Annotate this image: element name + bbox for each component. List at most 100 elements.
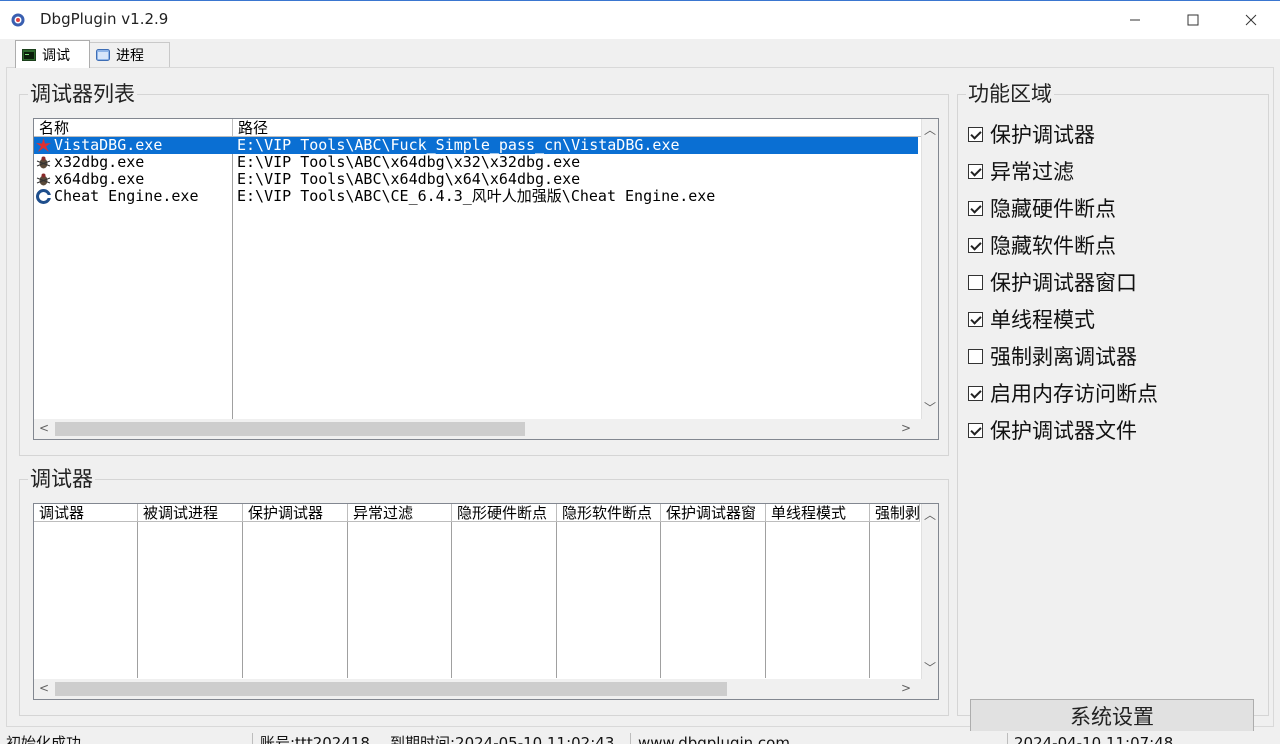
checkbox-checked-icon[interactable] bbox=[968, 200, 983, 216]
debugger-table-group: 调试器 调试器 被调试进程 保护调试器 异常过滤 隐形硬件断点 隐形软件断点 保… bbox=[19, 465, 949, 716]
status-datetime: 2024-04-10 11:07:48 bbox=[1014, 734, 1174, 744]
column-divider bbox=[869, 522, 870, 678]
scroll-thumb[interactable] bbox=[55, 422, 525, 436]
option-label: 保护调试器窗口 bbox=[990, 271, 1137, 295]
column-header[interactable]: 单线程模式 bbox=[766, 504, 870, 522]
scroll-up-icon[interactable]: ︿ bbox=[922, 506, 938, 523]
list-item[interactable]: VistaDBG.exe E:\VIP Tools\ABC\Fuck_Simpl… bbox=[34, 137, 918, 154]
scroll-left-icon[interactable]: < bbox=[36, 421, 52, 435]
column-header[interactable]: 强制剥 bbox=[870, 504, 920, 522]
status-divider bbox=[630, 733, 631, 744]
scroll-up-icon[interactable]: ︿ bbox=[922, 121, 938, 138]
function-area-group: 功能区域 保护调试器异常过滤隐藏硬件断点隐藏软件断点 保护调试器窗口 单线程模式强制… bbox=[957, 80, 1269, 732]
option-checkbox[interactable]: 隐藏硬件断点 bbox=[968, 193, 1116, 223]
scroll-thumb[interactable] bbox=[55, 682, 727, 696]
system-settings-button[interactable]: 系统设置 bbox=[970, 699, 1254, 732]
checkbox-checked-icon[interactable] bbox=[968, 126, 983, 142]
title-bar: DbgPlugin v1.2.9 bbox=[0, 1, 1280, 39]
option-checkbox[interactable]: 保护调试器文件 bbox=[968, 415, 1137, 445]
scroll-left-icon[interactable]: < bbox=[36, 681, 52, 695]
option-checkbox[interactable]: 保护调试器 bbox=[968, 119, 1095, 149]
option-label: 强制剥离调试器 bbox=[990, 345, 1137, 369]
option-label: 隐藏软件断点 bbox=[990, 234, 1116, 258]
status-divider bbox=[252, 733, 253, 744]
option-label: 异常过滤 bbox=[990, 160, 1074, 184]
checkbox-unchecked-icon[interactable] bbox=[968, 274, 983, 290]
option-label: 单线程模式 bbox=[990, 308, 1095, 332]
scroll-right-icon[interactable]: > bbox=[898, 421, 914, 435]
list-item[interactable]: x64dbg.exe E:\VIP Tools\ABC\x64dbg\x64\x… bbox=[34, 171, 918, 188]
checkbox-checked-icon[interactable] bbox=[968, 237, 983, 253]
scroll-down-icon[interactable]: ﹀ bbox=[922, 399, 938, 416]
column-header-path[interactable]: 路径 bbox=[233, 119, 923, 137]
horizontal-scrollbar[interactable]: < > bbox=[34, 419, 938, 439]
option-checkbox[interactable]: 强制剥离调试器 bbox=[968, 341, 1137, 371]
option-label: 保护调试器 bbox=[990, 123, 1095, 147]
horizontal-scrollbar[interactable]: < > bbox=[34, 679, 938, 699]
column-header[interactable]: 保护调试器 bbox=[243, 504, 348, 522]
debugger-table-legend: 调试器 bbox=[28, 465, 95, 493]
debugger-table-view[interactable]: 调试器 被调试进程 保护调试器 异常过滤 隐形硬件断点 隐形软件断点 保护调试器… bbox=[33, 503, 939, 700]
minimize-button[interactable] bbox=[1106, 1, 1164, 39]
column-divider bbox=[137, 522, 138, 678]
column-divider bbox=[765, 522, 766, 678]
status-divider bbox=[1007, 733, 1008, 744]
column-header-name[interactable]: 名称 bbox=[34, 119, 233, 137]
option-checkbox[interactable]: 异常过滤 bbox=[968, 156, 1074, 186]
window-title: DbgPlugin v1.2.9 bbox=[40, 10, 169, 28]
tab-debug-label: 调试 bbox=[42, 47, 70, 64]
list-item-name: x64dbg.exe bbox=[54, 171, 145, 188]
status-bar: 初始化成功 账号:ttt202418 到期时间:2024-05-10 11:02… bbox=[0, 731, 1280, 744]
maximize-button[interactable] bbox=[1164, 1, 1222, 39]
tab-panel-debug: 调试器列表 名称 路径 VistaDBG.exe E:\VIP Tools\AB… bbox=[6, 67, 1274, 732]
function-area-legend: 功能区域 bbox=[966, 80, 1054, 108]
status-account: 账号:ttt202418 bbox=[260, 734, 370, 744]
list-item-name: x32dbg.exe bbox=[54, 154, 145, 171]
column-divider bbox=[660, 522, 661, 678]
option-checkbox[interactable]: 隐藏软件断点 bbox=[968, 230, 1116, 260]
column-divider bbox=[451, 522, 452, 678]
checkbox-checked-icon[interactable] bbox=[968, 385, 983, 401]
close-button[interactable] bbox=[1222, 1, 1280, 39]
checkbox-checked-icon[interactable] bbox=[968, 163, 983, 179]
column-header[interactable]: 被调试进程 bbox=[138, 504, 243, 522]
option-checkbox[interactable]: 启用内存访问断点 bbox=[968, 378, 1158, 408]
column-header[interactable]: 隐形硬件断点 bbox=[452, 504, 557, 522]
checkbox-checked-icon[interactable] bbox=[968, 422, 983, 438]
debugger-list-group: 调试器列表 名称 路径 VistaDBG.exe E:\VIP Tools\AB… bbox=[19, 80, 949, 456]
option-checkbox[interactable]: 保护调试器窗口 bbox=[968, 267, 1137, 297]
scroll-down-icon[interactable]: ﹀ bbox=[922, 659, 938, 676]
tab-debug[interactable]: 调试 bbox=[15, 40, 90, 68]
tab-process-label: 进程 bbox=[116, 48, 144, 64]
list-item[interactable]: Cheat Engine.exe E:\VIP Tools\ABC\CE_6.4… bbox=[34, 188, 918, 205]
vertical-scrollbar[interactable]: ︿ ﹀ bbox=[921, 504, 938, 680]
column-header[interactable]: 保护调试器窗 bbox=[661, 504, 766, 522]
close-icon bbox=[1245, 14, 1257, 26]
checkbox-checked-icon[interactable] bbox=[968, 311, 983, 327]
maximize-icon bbox=[1187, 14, 1199, 26]
column-header[interactable]: 异常过滤 bbox=[348, 504, 452, 522]
status-website[interactable]: www.dbgplugin.com bbox=[638, 735, 790, 744]
status-expiry: 到期时间:2024-05-10 11:02:43 bbox=[390, 734, 615, 744]
debugger-list-view[interactable]: 名称 路径 VistaDBG.exe E:\VIP Tools\ABC\Fuck… bbox=[33, 118, 939, 440]
option-label: 启用内存访问断点 bbox=[990, 382, 1158, 406]
option-label: 保护调试器文件 bbox=[990, 419, 1137, 443]
column-divider bbox=[242, 522, 243, 678]
status-message: 初始化成功 bbox=[6, 734, 82, 744]
vertical-scrollbar[interactable]: ︿ ﹀ bbox=[921, 119, 938, 419]
column-header[interactable]: 调试器 bbox=[34, 504, 138, 522]
column-header[interactable]: 隐形软件断点 bbox=[557, 504, 661, 522]
list-item-path: E:\VIP Tools\ABC\Fuck_Simple_pass_cn\Vis… bbox=[237, 137, 680, 154]
list-item[interactable]: x32dbg.exe E:\VIP Tools\ABC\x64dbg\x32\x… bbox=[34, 154, 918, 171]
tab-process[interactable]: 进程 bbox=[89, 42, 170, 67]
column-divider bbox=[347, 522, 348, 678]
column-divider bbox=[556, 522, 557, 678]
list-item-name: VistaDBG.exe bbox=[54, 137, 163, 154]
scroll-right-icon[interactable]: > bbox=[898, 681, 914, 695]
minimize-icon bbox=[1130, 19, 1140, 21]
list-item-name: Cheat Engine.exe bbox=[54, 188, 199, 205]
window-icon bbox=[96, 49, 110, 61]
list-item-path: E:\VIP Tools\ABC\x64dbg\x64\x64dbg.exe bbox=[237, 171, 581, 188]
option-checkbox[interactable]: 单线程模式 bbox=[968, 304, 1095, 334]
checkbox-unchecked-icon[interactable] bbox=[968, 348, 983, 364]
